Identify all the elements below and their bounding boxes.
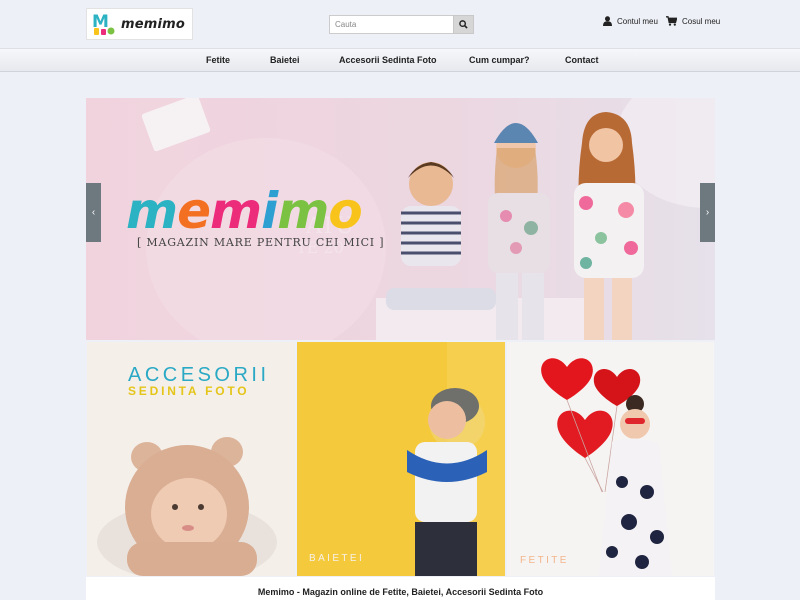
brand-letter: e xyxy=(177,182,211,240)
nav-item-accesorii[interactable]: Accesorii Sedinta Foto xyxy=(339,55,437,65)
girl-photo xyxy=(507,342,714,576)
brand-letter: o xyxy=(328,182,362,240)
boy-photo xyxy=(297,342,505,576)
brand-letter: m xyxy=(277,182,329,240)
site-header: M memimo Contul meu Cosul meu xyxy=(0,0,800,48)
cart-label: Cosul meu xyxy=(682,16,721,26)
logo-mark-icon: M xyxy=(92,12,115,35)
search-bar xyxy=(329,15,474,34)
logo-text: memimo xyxy=(121,16,186,32)
chevron-left-icon: ‹ xyxy=(91,207,96,218)
site-logo[interactable]: M memimo xyxy=(86,8,193,40)
brand-letter: m xyxy=(126,182,178,240)
search-button[interactable] xyxy=(453,15,474,34)
tile-boys[interactable] xyxy=(297,342,505,576)
cart-link[interactable]: Cosul meu xyxy=(666,16,720,26)
site-caption: Memimo - Magazin online de Fetite, Baiet… xyxy=(257,587,544,597)
site-caption-bar: Memimo - Magazin online de Fetite, Baiet… xyxy=(86,577,715,600)
brand-letter: i xyxy=(261,182,278,240)
search-input[interactable] xyxy=(329,15,453,34)
nav-item-fetite[interactable]: Fetite xyxy=(206,55,230,65)
user-icon xyxy=(603,16,612,26)
nav-item-baietei[interactable]: Baietei xyxy=(270,55,300,65)
search-icon xyxy=(459,20,468,29)
hero-brand-logo: memimo xyxy=(126,186,363,236)
nav-item-contact[interactable]: Contact xyxy=(565,55,599,65)
main-navigation: Fetite Baietei Accesorii Sedinta Foto Cu… xyxy=(0,48,800,72)
girls-tile-label: FETITE xyxy=(520,555,569,566)
cart-icon xyxy=(666,16,677,26)
tile-girls[interactable] xyxy=(507,342,714,576)
account-link[interactable]: Contul meu xyxy=(603,16,658,26)
boys-tile-label: BAIETEI xyxy=(309,553,365,564)
hero-tagline: [ MAGAZIN MARE PENTRU CEI MICI ] xyxy=(137,236,385,249)
account-label: Contul meu xyxy=(617,16,658,26)
chevron-right-icon: › xyxy=(705,207,710,218)
nav-item-cum-cumpar[interactable]: Cum cumpar? xyxy=(469,55,530,65)
accessories-subtitle: SEDINTA FOTO xyxy=(128,384,250,398)
slider-prev-button[interactable]: ‹ xyxy=(86,183,101,242)
slider-next-button[interactable]: › xyxy=(700,183,715,242)
brand-letter: m xyxy=(210,182,262,240)
